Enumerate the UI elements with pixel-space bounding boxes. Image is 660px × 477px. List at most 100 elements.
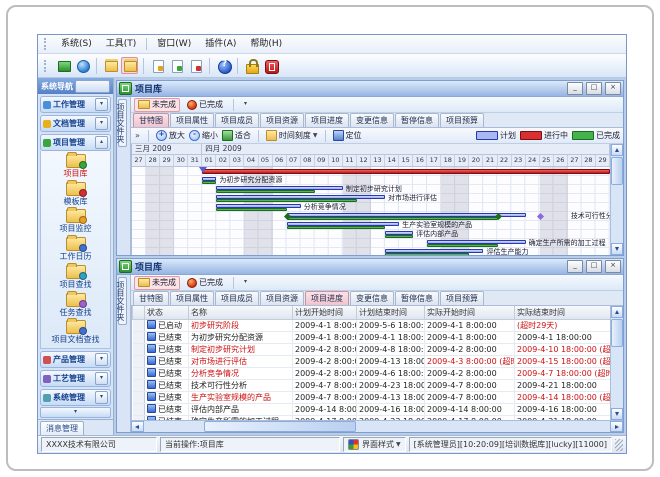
connect-icon[interactable] (55, 57, 72, 74)
gantt-bar-done[interactable] (385, 235, 413, 238)
sidebar-group-system[interactable]: 系统管理▾ (40, 389, 111, 406)
chevron-down-icon[interactable]: ▾ (95, 117, 108, 130)
column-header[interactable]: 状态 (145, 306, 189, 319)
table-row[interactable]: 已启动初步研究阶段2009-4-1 8:00:002009-5-6 18:00:… (133, 319, 611, 331)
sidebar-item-work-calendar[interactable]: 工作日历 (60, 237, 92, 262)
filter-未完成[interactable]: 未完成 (134, 276, 180, 290)
column-header[interactable]: 计划结束时间 (357, 306, 425, 319)
sidebar-item-project-library[interactable]: 项目库 (64, 154, 88, 179)
tab-项目成员[interactable]: 项目成员 (215, 291, 259, 305)
maximize-button[interactable]: □ (586, 260, 602, 273)
gantt-bar-done[interactable] (216, 208, 286, 211)
scroll-track[interactable] (611, 348, 623, 408)
sidebar-item-template-library[interactable]: 模板库 (64, 182, 88, 207)
table-vertical-scrollbar[interactable] (610, 306, 623, 420)
sidebar-group-craft[interactable]: 工艺管理▾ (40, 370, 111, 387)
scroll-down-arrow[interactable] (611, 243, 623, 255)
tab-项目成员[interactable]: 项目成员 (215, 113, 259, 127)
report-icon[interactable] (149, 57, 166, 74)
tab-暂停信息[interactable]: 暂停信息 (395, 113, 439, 127)
table-row[interactable]: 已结束技术可行性分析2009-4-7 8:00:002009-4-23 18:0… (133, 379, 611, 391)
sidebar-item-task-search[interactable]: 任务查找 (60, 293, 92, 318)
column-header[interactable]: 实际开始时间 (425, 306, 515, 319)
column-header[interactable]: 计划开始时间 (293, 306, 357, 319)
tab-项目进度[interactable]: 项目进度 (305, 113, 349, 127)
tab-项目属性[interactable]: 项目属性 (170, 291, 214, 305)
filter-more-icon[interactable]: ▾ (240, 277, 251, 288)
sidebar-collapse-button[interactable]: ▾ (40, 407, 111, 418)
chevron-up-icon[interactable]: ▴ (95, 136, 108, 149)
tab-项目预算[interactable]: 项目预算 (440, 113, 484, 127)
tool-fit-button[interactable]: 适合 (222, 130, 251, 141)
gantt-bar-done[interactable] (216, 199, 357, 202)
close-button[interactable]: × (605, 260, 621, 273)
chevron-down-icon[interactable]: ▾ (95, 353, 108, 366)
chevron-down-icon[interactable]: ▾ (95, 98, 108, 111)
tab-变更信息[interactable]: 变更信息 (350, 113, 394, 127)
gantt-chart-body[interactable]: 为初步研究分配资源制定初步研究计划对市场进行评估分析竞争情况技术可行性分析生产实… (132, 167, 610, 255)
gantt-bar-done[interactable] (216, 190, 314, 193)
table-row[interactable]: 已结束为初步研究分配资源2009-4-1 8:00:002009-4-1 18:… (133, 331, 611, 343)
tab-message-management[interactable]: 消息管理 (40, 421, 84, 435)
tab-变更信息[interactable]: 变更信息 (350, 291, 394, 305)
gantt-bar-done[interactable] (287, 217, 498, 220)
tool-locate-button[interactable]: 定位 (333, 130, 362, 141)
pin-icon[interactable] (75, 80, 111, 93)
sidebar-group-doc[interactable]: 文档管理▾ (40, 115, 111, 132)
tab-项目预算[interactable]: 项目预算 (440, 291, 484, 305)
scroll-up-arrow[interactable] (611, 144, 623, 156)
sidebar-item-project-doc-search[interactable]: 项目文档查找 (52, 320, 100, 345)
filter-已完成[interactable]: 已完成 (183, 276, 227, 290)
gantt-bar-done[interactable] (427, 244, 497, 247)
close-button[interactable]: × (605, 82, 621, 95)
scroll-right-arrow[interactable] (610, 421, 623, 432)
scroll-down-arrow[interactable] (611, 408, 623, 420)
column-header[interactable] (133, 306, 145, 319)
table-row[interactable]: 已结束生产实验室规模的产品2009-4-7 8:00:002009-4-13 1… (133, 391, 611, 403)
folder-icon[interactable] (102, 57, 119, 74)
chevron-down-icon[interactable]: ▾ (95, 372, 108, 385)
tab-项目资源[interactable]: 项目资源 (260, 113, 304, 127)
report-add-icon[interactable] (168, 57, 185, 74)
scroll-track[interactable] (356, 421, 610, 432)
menu-item[interactable]: 插件(A) (198, 36, 243, 53)
chevron-down-icon[interactable]: ▾ (95, 391, 108, 404)
tab-项目资源[interactable]: 项目资源 (260, 291, 304, 305)
sidebar-group-project[interactable]: 项目管理▴ (40, 134, 111, 151)
table-row[interactable]: 已结束评估内部产品2009-4-14 8:00:002009-4-16 18:0… (133, 403, 611, 415)
resize-grip[interactable] (615, 439, 623, 451)
report-remove-icon[interactable] (187, 57, 204, 74)
menu-item[interactable]: 系统(S) (54, 36, 99, 53)
folder-open-icon[interactable] (121, 57, 138, 74)
tool-zoom-out-button[interactable]: 缩小 (189, 130, 218, 141)
scroll-up-arrow[interactable] (611, 306, 623, 318)
minimize-button[interactable]: _ (567, 82, 583, 95)
help-icon[interactable] (215, 57, 232, 74)
tab-project-folder[interactable]: 项目文件夹 (118, 277, 127, 325)
sidebar-group-work[interactable]: 工作管理▾ (40, 96, 111, 113)
tab-暂停信息[interactable]: 暂停信息 (395, 291, 439, 305)
gantt-bar-done[interactable] (287, 226, 385, 229)
sidebar-group-product[interactable]: 产品管理▾ (40, 351, 111, 368)
scroll-thumb[interactable] (611, 157, 623, 185)
table-row[interactable]: 已结束对市场进行评估2009-4-2 8:00:002009-4-13 18:0… (133, 355, 611, 367)
tool-timescale-button[interactable]: 时间刻度▼ (266, 130, 318, 141)
sidebar-item-project-search[interactable]: 项目查找 (60, 265, 92, 290)
gantt-bar-done[interactable] (202, 181, 216, 184)
gantt-bar-done[interactable] (385, 253, 469, 255)
tab-甘特图[interactable]: 甘特图 (133, 113, 169, 127)
gantt-window-titlebar[interactable]: 项目库 _ □ × (117, 81, 623, 97)
menu-item[interactable]: 帮助(H) (243, 36, 289, 53)
table-horizontal-scrollbar[interactable] (131, 420, 623, 432)
filter-已完成[interactable]: 已完成 (183, 98, 227, 112)
column-header[interactable]: 实际结束时间 (515, 306, 611, 319)
filter-未完成[interactable]: 未完成 (134, 98, 180, 112)
tab-甘特图[interactable]: 甘特图 (133, 291, 169, 305)
tool-zoom-in-button[interactable]: 放大 (156, 130, 185, 141)
maximize-button[interactable]: □ (586, 82, 602, 95)
scroll-thumb[interactable] (204, 421, 356, 432)
overflow-chevron-icon[interactable]: » (134, 131, 141, 140)
filter-more-icon[interactable]: ▾ (240, 99, 251, 110)
table-row[interactable]: 已结束制定初步研究计划2009-4-2 8:00:002009-4-8 18:0… (133, 343, 611, 355)
lock-icon[interactable] (243, 57, 260, 74)
